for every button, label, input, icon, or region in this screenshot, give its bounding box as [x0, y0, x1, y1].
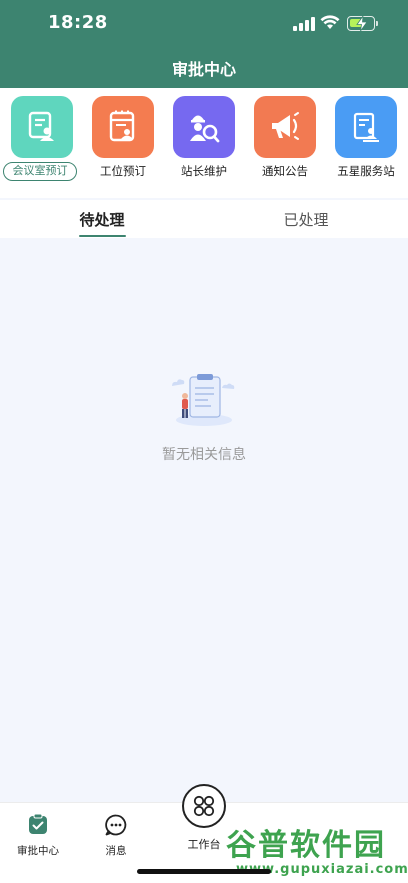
- shortcut-workstation[interactable]: 工位预订: [82, 96, 162, 194]
- announcement-icon: [254, 96, 316, 158]
- workbench-icon: [193, 795, 215, 817]
- header: 18:28 审批中心: [0, 0, 408, 88]
- nav-label: 消息: [105, 845, 127, 857]
- approval-icon: [29, 813, 47, 834]
- shortcut-label: 通知公告: [262, 164, 308, 178]
- station-manager-icon: [173, 96, 235, 158]
- shortcut-label: 会议室预订: [3, 162, 77, 181]
- wifi-icon: [320, 15, 340, 29]
- tab-bar: 待处理 已处理: [0, 200, 408, 238]
- empty-state-text: 暂无相关信息: [162, 447, 246, 463]
- charging-bolt-icon: [356, 16, 368, 31]
- nav-workbench-button[interactable]: [182, 784, 226, 828]
- empty-clipboard-icon: [172, 374, 235, 426]
- workstation-icon: [92, 96, 154, 158]
- cellular-signal-icon: [293, 17, 315, 31]
- shortcut-grid: 会议室预订 工位预订 站长维护 通知公告 五星服务站: [0, 88, 408, 198]
- shortcut-station-manager[interactable]: 站长维护: [163, 96, 243, 194]
- page-title: 审批中心: [171, 60, 236, 79]
- status-bar: 18:28: [0, 0, 408, 44]
- nav-label: 审批中心: [17, 845, 59, 857]
- shortcut-label: 五星服务站: [337, 164, 395, 178]
- service-station-icon: [335, 96, 397, 158]
- message-icon: [105, 814, 127, 836]
- watermark-title: 谷普软件园: [226, 828, 386, 863]
- status-time: 18:28: [48, 12, 108, 33]
- home-indicator[interactable]: [137, 869, 271, 874]
- shortcut-label: 站长维护: [181, 164, 227, 178]
- shortcut-meeting-room[interactable]: 会议室预订: [1, 96, 81, 194]
- shortcut-label: 工位预订: [100, 164, 146, 178]
- tab-processed[interactable]: 已处理: [256, 209, 356, 230]
- shortcut-announcement[interactable]: 通知公告: [244, 96, 324, 194]
- tab-active-indicator: [79, 235, 126, 237]
- tab-pending[interactable]: 待处理: [52, 209, 152, 230]
- meeting-room-icon: [11, 96, 73, 158]
- shortcut-service-station[interactable]: 五星服务站: [325, 96, 405, 194]
